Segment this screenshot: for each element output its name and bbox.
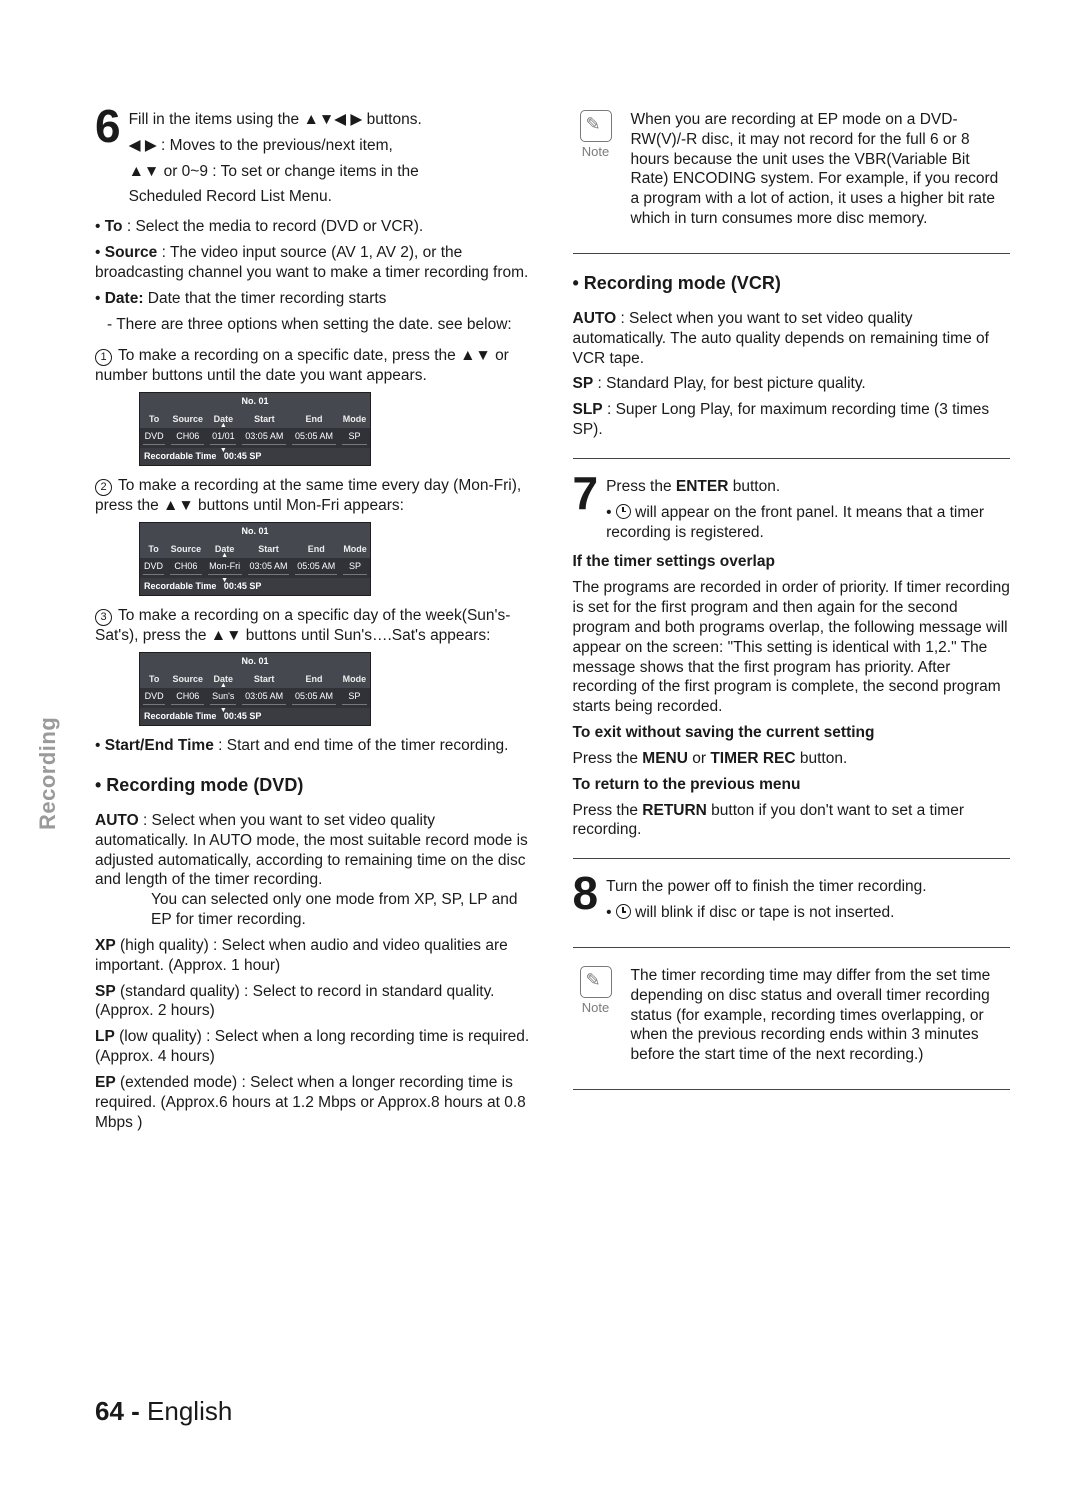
bullet-startend: • Start/End Time : Start and end time of… [95, 736, 533, 756]
left-column: 6 Fill in the items using the ▲▼◀ ▶ butt… [95, 110, 533, 1138]
return-title: To return to the previous menu [573, 775, 1011, 795]
dvd-auto: AUTO : Select when you want to set video… [95, 811, 533, 930]
note-ep-mode: Note When you are recording at EP mode o… [573, 110, 1011, 235]
schedule-table-3: No. 01 ToSourceDateStartEndMode DVD CH06… [139, 652, 371, 726]
bullet-source: • Source : The video input source (AV 1,… [95, 243, 533, 283]
pencil-icon [580, 110, 612, 142]
dvd-lp: LP (low quality) : Select when a long re… [95, 1027, 533, 1067]
step8-bullet: • will blink if disc or tape is not inse… [606, 903, 1010, 923]
section-tab: Recording [35, 717, 61, 830]
step6-line4: Scheduled Record List Menu. [129, 187, 533, 207]
clock-icon [616, 504, 631, 519]
step7-bullet: • will appear on the front panel. It mea… [606, 503, 1010, 543]
exit-title: To exit without saving the current setti… [573, 723, 1011, 743]
dvd-mode-title: • Recording mode (DVD) [95, 774, 533, 797]
dvd-xp: XP (high quality) : Select when audio an… [95, 936, 533, 976]
step-7: 7 Press the ENTER button. • will appear … [573, 477, 1011, 548]
step8-line1: Turn the power off to finish the timer r… [606, 877, 1010, 897]
step-number: 6 [95, 106, 121, 213]
note-label: Note [582, 144, 609, 159]
opt3: 3 To make a recording on a specific day … [95, 606, 533, 646]
vcr-sp: SP : Standard Play, for best picture qua… [573, 374, 1011, 394]
dvd-ep: EP (extended mode) : Select when a longe… [95, 1073, 533, 1132]
date-sub: - There are three options when setting t… [107, 315, 533, 335]
note-label: Note [582, 1000, 609, 1015]
note-timer-diff: Note The timer recording time may differ… [573, 966, 1011, 1071]
schedule-table-1: No. 01 ToSourceDateStartEndMode DVD CH06… [139, 392, 371, 466]
note2-text: The timer recording time may differ from… [631, 966, 1011, 1065]
overlap-body: The programs are recorded in order of pr… [573, 578, 1011, 717]
return-body: Press the RETURN button if you don't wan… [573, 801, 1011, 841]
step-number: 7 [573, 473, 599, 548]
vcr-slp: SLP : Super Long Play, for maximum recor… [573, 400, 1011, 440]
vcr-mode-title: • Recording mode (VCR) [573, 272, 1011, 295]
divider [573, 858, 1011, 859]
step6-line3: ▲▼ or 0~9 : To set or change items in th… [129, 162, 533, 182]
opt2: 2 To make a recording at the same time e… [95, 476, 533, 516]
step-number: 8 [573, 873, 599, 929]
manual-page: Recording 6 Fill in the items using the … [0, 0, 1080, 1487]
dvd-sp: SP (standard quality) : Select to record… [95, 982, 533, 1022]
pencil-icon [580, 966, 612, 998]
step-6: 6 Fill in the items using the ▲▼◀ ▶ butt… [95, 110, 533, 213]
schedule-table-2: No. 01 ToSourceDateStartEndMode DVD CH06… [139, 522, 371, 596]
right-column: Note When you are recording at EP mode o… [573, 110, 1011, 1138]
vcr-auto: AUTO : Select when you want to set video… [573, 309, 1011, 368]
content-columns: 6 Fill in the items using the ▲▼◀ ▶ butt… [95, 110, 1010, 1138]
bullet-date: • Date: Date that the timer recording st… [95, 289, 533, 309]
divider [573, 458, 1011, 459]
overlap-title: If the timer settings overlap [573, 552, 1011, 572]
step7-line1: Press the ENTER button. [606, 477, 1010, 497]
step6-line1: Fill in the items using the ▲▼◀ ▶ button… [129, 110, 533, 130]
divider [573, 1089, 1011, 1090]
step6-line2: ◀ ▶ : Moves to the previous/next item, [129, 136, 533, 156]
clock-icon [616, 904, 631, 919]
step-8: 8 Turn the power off to finish the timer… [573, 877, 1011, 929]
note1-text: When you are recording at EP mode on a D… [631, 110, 1011, 229]
page-footer: 64 - English [95, 1396, 232, 1427]
exit-body: Press the MENU or TIMER REC button. [573, 749, 1011, 769]
divider [573, 947, 1011, 948]
bullet-to: • To : Select the media to record (DVD o… [95, 217, 533, 237]
opt1: 1 To make a recording on a specific date… [95, 346, 533, 386]
divider [573, 253, 1011, 254]
